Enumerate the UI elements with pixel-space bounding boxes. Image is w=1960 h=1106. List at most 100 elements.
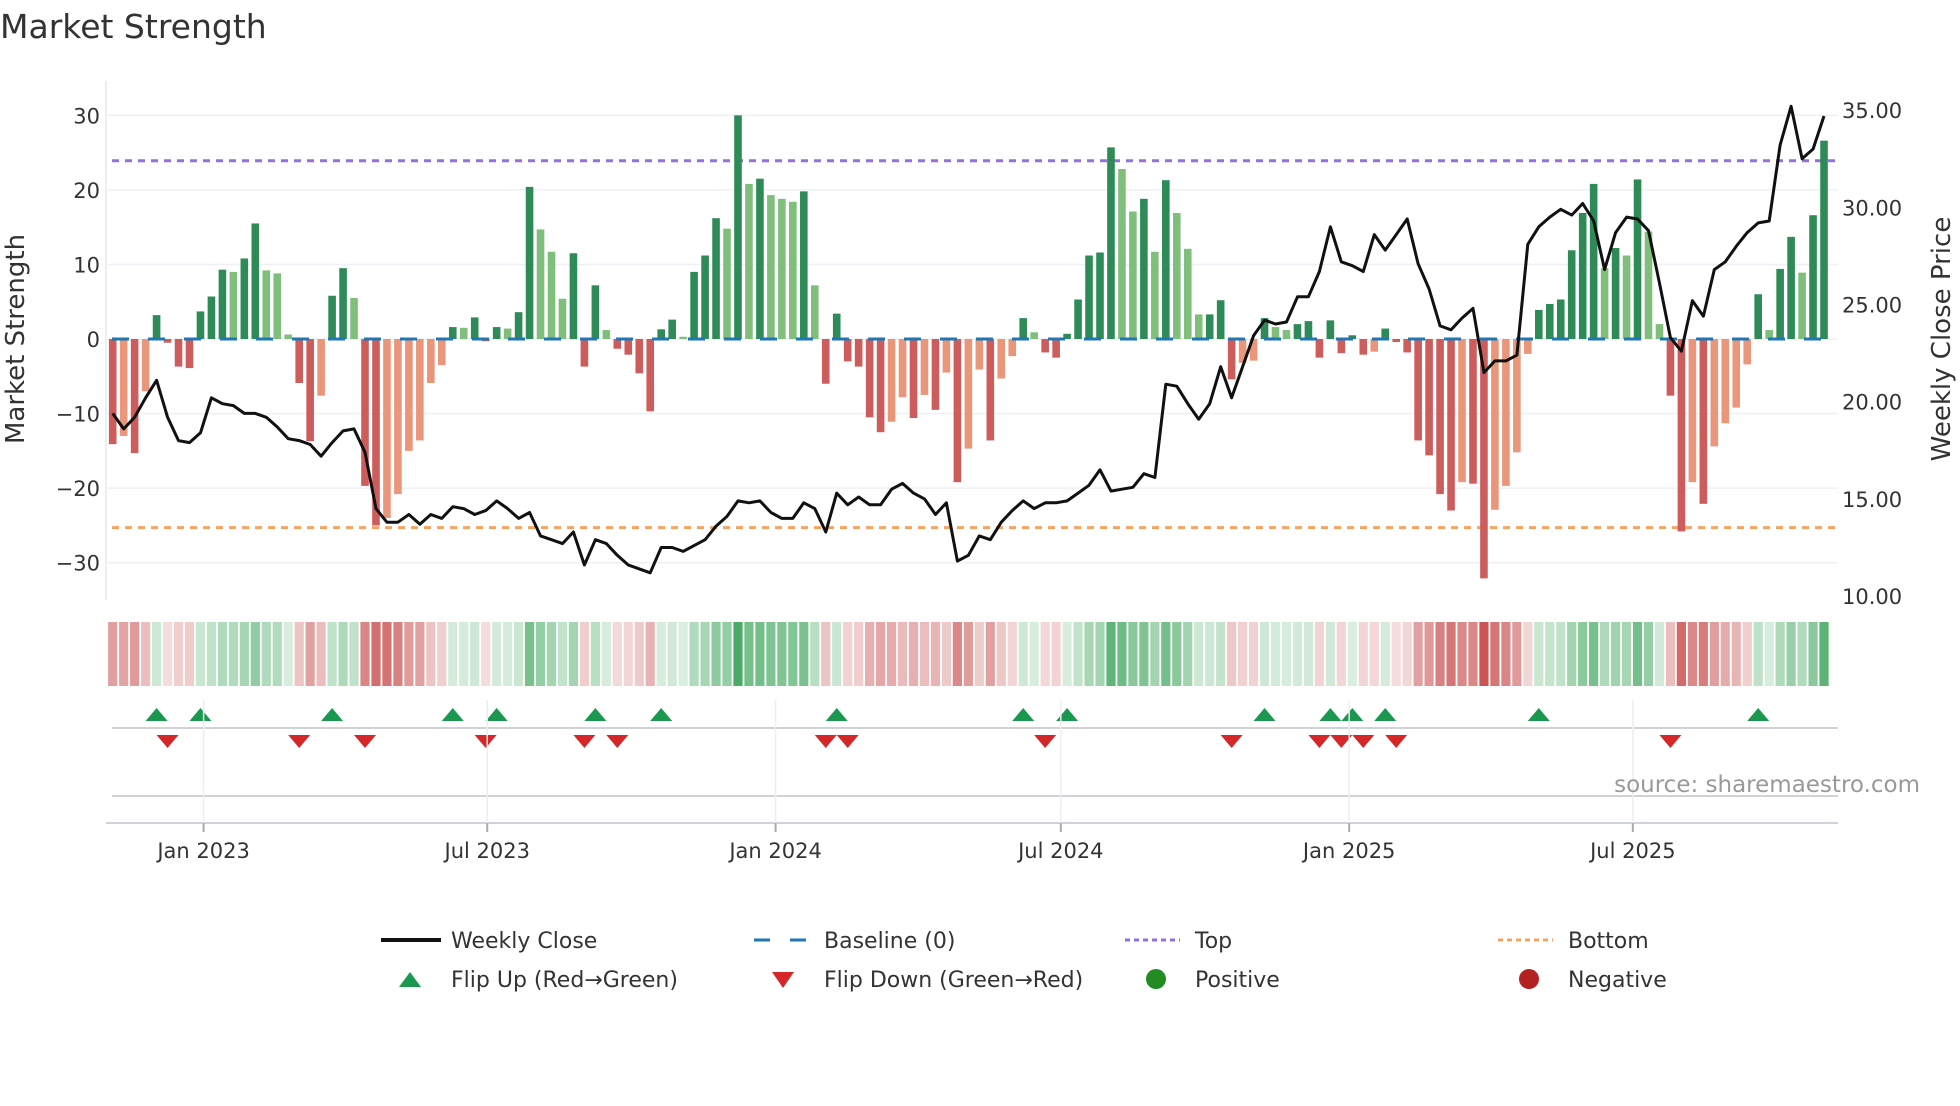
strength-heat-cell (513, 622, 524, 686)
strength-heat-cell (1369, 622, 1379, 686)
flip-down-marker (474, 735, 497, 748)
strength-bar-negative (1392, 339, 1400, 342)
flip-down-marker (1385, 735, 1408, 748)
strength-heat-cell (1336, 622, 1346, 686)
strength-bar-negative (997, 339, 1006, 379)
strength-heat-cell (974, 622, 984, 686)
strength-bar-positive (1194, 314, 1203, 340)
strength-heat-cell (1347, 622, 1357, 686)
strength-bar-negative (1359, 339, 1368, 355)
strength-heat-cell (1698, 622, 1708, 686)
strength-heat-cell (195, 622, 206, 686)
strength-bar-negative (1458, 339, 1466, 483)
strength-heat-cell (1325, 622, 1335, 686)
strength-heat-cell (1029, 622, 1039, 686)
legend-label: Flip Up (Red→Green) (451, 968, 678, 993)
strength-bar-positive (448, 327, 457, 340)
strength-heat-cell (1534, 622, 1544, 686)
strength-bar-positive (1151, 251, 1159, 340)
flip-up-marker (1747, 708, 1770, 721)
strength-heat-cell (876, 622, 886, 686)
strength-heat-cell (1567, 622, 1577, 686)
strength-heat-cell (1501, 622, 1511, 686)
strength-bar-positive (536, 229, 545, 340)
strength-heat-cell (821, 622, 831, 686)
strength-heat-cell (1073, 622, 1083, 686)
flip-up-marker (1253, 708, 1276, 721)
flip-up-marker (485, 708, 508, 721)
strength-heat-cell (382, 622, 392, 686)
flip-up-marker (1527, 708, 1550, 721)
strength-heat-cell (1632, 622, 1643, 686)
strength-heat-cell (1084, 622, 1094, 686)
strength-bar-negative (427, 339, 435, 384)
flip-down-marker (836, 735, 859, 748)
strength-heat-cell (1007, 622, 1017, 686)
strength-bar-negative (1447, 339, 1455, 511)
strength-heat-cell (1578, 622, 1588, 686)
y-axis-label: Market Strength (1, 234, 31, 444)
strength-bar-positive (734, 115, 742, 340)
strength-bar-positive (328, 295, 336, 340)
strength-heat-cell (755, 622, 765, 686)
legend-label: Negative (1568, 968, 1667, 993)
strength-heat-cell (404, 622, 414, 686)
strength-heat-cell (897, 622, 908, 686)
strength-heat-cell (1194, 622, 1204, 686)
strength-heat-cell (437, 622, 447, 686)
circle-negative-icon (1519, 969, 1539, 989)
flip-down-marker (1308, 735, 1331, 748)
strength-heat-cell (294, 622, 304, 686)
strength-bar-negative (580, 339, 589, 367)
strength-heat-cell (711, 622, 721, 686)
strength-bar-positive (1535, 309, 1543, 340)
strength-bar-negative (317, 339, 325, 396)
flip-up-marker (441, 708, 464, 721)
strength-bar-negative (854, 339, 863, 367)
strength-bar-negative (1666, 339, 1675, 396)
strength-heat-cell (1797, 622, 1807, 686)
x-tick-label: Jul 2025 (1588, 839, 1675, 863)
strength-bar-negative (1425, 339, 1433, 456)
strength-bar-positive (1030, 332, 1038, 340)
strength-heat-cell (1281, 622, 1292, 686)
strength-heat-cell (1358, 622, 1368, 686)
flip-down-marker (1659, 735, 1682, 748)
strength-bar-positive (196, 311, 205, 340)
y2-tick-label: 15.00 (1842, 488, 1902, 512)
strength-heat-cell (448, 622, 458, 686)
strength-heat-cell (788, 622, 798, 686)
legend-label: Baseline (0) (824, 929, 955, 954)
strength-bar-positive (1282, 330, 1291, 340)
y2-tick-label: 30.00 (1842, 196, 1902, 220)
strength-bar-negative (865, 339, 874, 418)
strength-bar-negative (624, 339, 633, 355)
strength-heat-cell (228, 622, 238, 686)
strength-bar-positive (712, 218, 720, 340)
strength-heat-cell (1457, 622, 1467, 686)
strength-bar-positive (602, 330, 611, 340)
y2-tick-label: 10.00 (1842, 585, 1902, 609)
strength-heat-cell (1468, 622, 1478, 686)
strength-bar-positive (459, 327, 468, 340)
legend-label: Bottom (1568, 929, 1649, 954)
strength-heat-cell (1621, 622, 1632, 686)
flip-down-marker (1352, 735, 1375, 748)
strength-bar-positive (1019, 318, 1028, 340)
strength-heat-cell (1512, 622, 1522, 686)
strength-bar-positive (1776, 268, 1784, 340)
strength-heat-cell (1413, 622, 1423, 686)
chart-title: Market Strength (0, 7, 267, 46)
strength-bar-positive (1074, 299, 1082, 340)
strength-bar-positive (1118, 168, 1126, 340)
strength-bar-positive (745, 183, 753, 340)
strength-bar-negative (1699, 339, 1708, 504)
strength-bar-negative (394, 339, 402, 495)
strength-heat-cell (108, 622, 118, 686)
strength-bar-positive (591, 285, 600, 340)
strength-bar-positive (492, 327, 501, 340)
strength-bar-positive (800, 191, 808, 340)
strength-heat-cell (426, 622, 436, 686)
strength-heat-cell (1106, 622, 1116, 686)
strength-heat-cell (623, 622, 633, 686)
